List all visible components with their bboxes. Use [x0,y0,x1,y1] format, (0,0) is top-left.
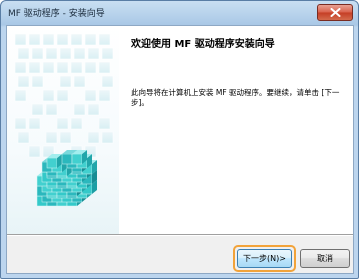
welcome-heading: 欢迎使用 MF 驱动程序安装向导 [131,39,275,50]
next-button[interactable]: 下一步(N)> [237,249,292,268]
wizard-client-area: 欢迎使用 MF 驱动程序安装向导 此向导将在计算机上安装 MF 驱动程序。要继续… [6,25,354,274]
wizard-content: 欢迎使用 MF 驱动程序安装向导 此向导将在计算机上安装 MF 驱动程序。要继续… [119,26,353,234]
installer-window: MF 驱动程序 - 安装向导 欢迎使用 MF 驱动程序安装向导 此向导将在计算机… [0,0,359,279]
close-icon [330,8,340,17]
window-title: MF 驱动程序 - 安装向导 [8,9,105,19]
cancel-button[interactable]: 取消 [300,249,350,268]
title-bar[interactable]: MF 驱动程序 - 安装向导 [2,2,357,25]
welcome-description: 此向导将在计算机上安装 MF 驱动程序。要继续，请单击 [下一步]。 [131,88,340,107]
wizard-banner [7,26,119,234]
close-button[interactable] [317,4,353,21]
cube-graphic [14,33,114,207]
wizard-footer: 下一步(N)> 取消 [7,236,353,273]
